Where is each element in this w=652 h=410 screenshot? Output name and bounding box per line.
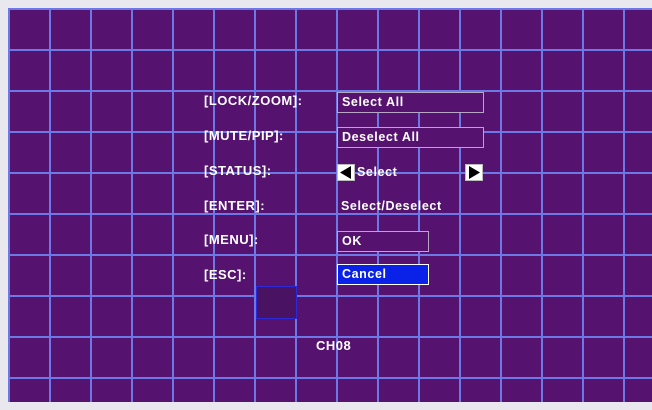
lock-zoom-label: [LOCK/ZOOM]: xyxy=(204,93,303,108)
select-all-button[interactable]: Select All xyxy=(337,92,484,113)
right-arrow-icon[interactable] xyxy=(465,164,483,181)
deselect-all-button[interactable]: Deselect All xyxy=(337,127,484,148)
status-selector[interactable]: Select xyxy=(337,162,483,183)
channel-label: CH08 xyxy=(316,338,352,353)
dvr-screen: [LOCK/ZOOM]: [MUTE/PIP]: [STATUS]: [ENTE… xyxy=(8,8,652,402)
mute-pip-label: [MUTE/PIP]: xyxy=(204,128,284,143)
cancel-button[interactable]: Cancel xyxy=(337,264,429,285)
menu-label: [MENU]: xyxy=(204,232,259,247)
ok-button[interactable]: OK xyxy=(337,231,429,252)
left-arrow-icon[interactable] xyxy=(337,164,355,181)
enter-label: [ENTER]: xyxy=(204,198,266,213)
esc-label: [ESC]: xyxy=(204,267,247,282)
focus-cell xyxy=(256,286,297,319)
enter-action-text: Select/Deselect xyxy=(341,199,442,213)
status-value: Select xyxy=(357,165,398,179)
status-label: [STATUS]: xyxy=(204,163,272,178)
